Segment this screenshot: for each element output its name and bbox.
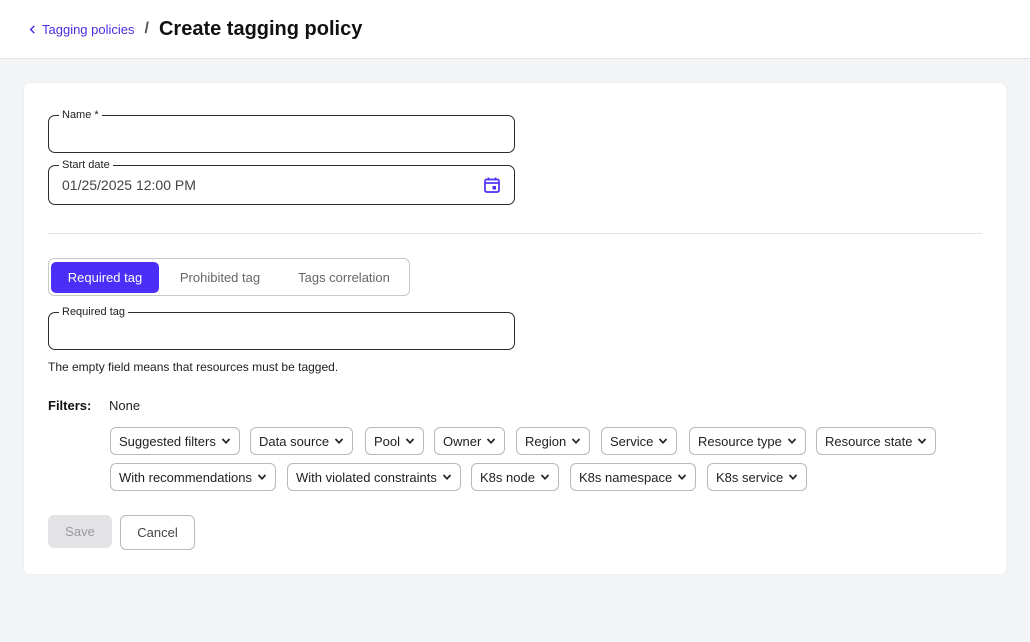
chip-label: K8s namespace bbox=[579, 469, 673, 485]
filter-k8s-node[interactable]: K8s node bbox=[471, 463, 559, 491]
chevron-down-icon bbox=[789, 474, 798, 481]
chip-label: Owner bbox=[443, 433, 482, 449]
header: Tagging policies / Create tagging policy bbox=[0, 0, 1030, 59]
page-title: Create tagging policy bbox=[158, 17, 363, 40]
save-button[interactable]: Save bbox=[48, 515, 112, 548]
chevron-down-icon bbox=[787, 438, 796, 445]
breadcrumb-back-link[interactable]: Tagging policies bbox=[28, 22, 135, 37]
chevron-down-icon bbox=[540, 474, 550, 481]
chevron-down-icon bbox=[442, 474, 452, 481]
chip-label: Pool bbox=[374, 433, 401, 449]
filter-k8s-service[interactable]: K8s service bbox=[707, 463, 808, 491]
name-field-label: Name * bbox=[59, 108, 102, 122]
start-date-label: Start date bbox=[59, 158, 113, 172]
chip-label: With violated constraints bbox=[296, 469, 437, 485]
chip-label: Data source bbox=[259, 433, 330, 449]
chip-label: K8s service bbox=[716, 469, 784, 485]
policy-type-tabs: Required tag Prohibited tag Tags correla… bbox=[48, 258, 410, 296]
chevron-down-icon bbox=[659, 438, 668, 445]
chevron-left-icon bbox=[29, 24, 35, 34]
chevron-down-icon bbox=[405, 438, 415, 445]
required-tag-field[interactable]: Required tag bbox=[48, 305, 515, 350]
chevron-down-icon bbox=[257, 474, 267, 481]
tab-prohibited-tag[interactable]: Prohibited tag bbox=[159, 262, 281, 293]
filter-suggested-filters[interactable]: Suggested filters bbox=[110, 427, 240, 455]
filter-with-violated-constraints[interactable]: With violated constraints bbox=[287, 463, 461, 491]
filter-resource-state[interactable]: Resource state bbox=[816, 427, 937, 455]
chevron-down-icon bbox=[572, 438, 581, 445]
chip-label: Resource state bbox=[825, 433, 913, 449]
filter-data-source[interactable]: Data source bbox=[250, 427, 354, 455]
chip-label: Suggested filters bbox=[119, 433, 216, 449]
start-date-value: 01/25/2025 12:00 PM bbox=[62, 177, 196, 193]
section-divider bbox=[48, 233, 982, 234]
filter-region[interactable]: Region bbox=[516, 427, 591, 455]
filter-with-recommendations[interactable]: With recommendations bbox=[110, 463, 276, 491]
filter-pool[interactable]: Pool bbox=[365, 427, 425, 455]
filter-k8s-namespace[interactable]: K8s namespace bbox=[570, 463, 697, 491]
name-field[interactable]: Name * bbox=[48, 108, 515, 153]
filter-service[interactable]: Service bbox=[601, 427, 678, 455]
filters-label: Filters: bbox=[48, 398, 92, 413]
policy-form-card: Name * Start date 01/25/2025 12:00 PM Re… bbox=[24, 83, 1006, 574]
chip-label: Service bbox=[610, 433, 654, 449]
chevron-down-icon bbox=[221, 438, 230, 445]
required-tag-helper-text: The empty field means that resources mus… bbox=[48, 360, 339, 374]
breadcrumb-separator: / bbox=[144, 20, 149, 37]
start-date-field[interactable]: Start date 01/25/2025 12:00 PM bbox=[48, 158, 515, 205]
chip-label: With recommendations bbox=[119, 469, 252, 485]
tab-required-tag[interactable]: Required tag bbox=[51, 261, 159, 293]
cancel-button[interactable]: Cancel bbox=[120, 515, 195, 550]
chip-label: Region bbox=[525, 433, 567, 449]
calendar-icon[interactable] bbox=[483, 176, 501, 194]
chevron-down-icon bbox=[918, 438, 927, 445]
required-tag-label: Required tag bbox=[59, 305, 128, 319]
chevron-down-icon bbox=[487, 438, 496, 445]
chip-label: K8s node bbox=[480, 469, 535, 485]
chevron-down-icon bbox=[678, 474, 687, 481]
filter-owner[interactable]: Owner bbox=[434, 427, 506, 455]
filters-value: None bbox=[109, 398, 141, 413]
breadcrumb-back-label: Tagging policies bbox=[42, 21, 135, 37]
filter-resource-type[interactable]: Resource type bbox=[689, 427, 806, 455]
tab-tags-correlation[interactable]: Tags correlation bbox=[281, 262, 407, 293]
chip-label: Resource type bbox=[698, 433, 782, 449]
chevron-down-icon bbox=[334, 438, 344, 445]
